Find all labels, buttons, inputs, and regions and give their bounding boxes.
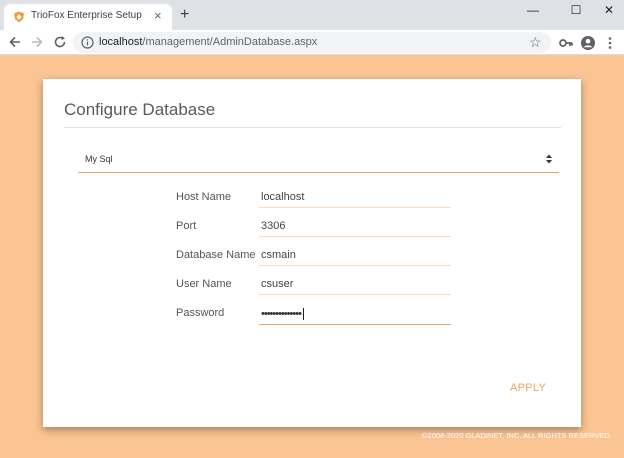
forward-arrow-icon[interactable] — [28, 33, 46, 51]
port-input[interactable]: 3306 — [259, 216, 451, 237]
password-value: •••••••••••••• — [261, 308, 304, 321]
port-value: 3306 — [261, 220, 286, 232]
triofox-logo-icon — [14, 11, 24, 23]
password-input[interactable]: •••••••••••••• — [259, 304, 451, 325]
info-icon[interactable] — [81, 36, 94, 49]
user-name-input[interactable]: csuser — [259, 274, 451, 295]
port-label: Port — [176, 220, 197, 232]
browser-toolbar: localhost/management/AdminDatabase.aspx … — [0, 30, 624, 55]
configure-database-card: Configure Database My Sql Host Name loca… — [43, 79, 581, 427]
minimize-icon[interactable]: — — [518, 2, 548, 18]
host-name-value: localhost — [261, 191, 305, 203]
maximize-icon[interactable]: ☐ — [561, 2, 591, 18]
copyright-footer: ©2008-2020 GLADINET, INC. ALL RIGHTS RES… — [422, 431, 612, 440]
database-type-select[interactable]: My Sql — [78, 147, 559, 173]
menu-dots-icon[interactable] — [602, 35, 618, 51]
reload-icon[interactable] — [51, 33, 69, 51]
database-name-label: Database Name — [176, 249, 256, 261]
user-name-value: csuser — [261, 278, 294, 290]
profile-avatar-icon[interactable] — [580, 35, 596, 51]
database-name-input[interactable]: csmain — [259, 245, 451, 266]
title-divider — [64, 127, 561, 128]
select-updown-icon — [546, 154, 552, 164]
database-name-value: csmain — [261, 249, 296, 261]
browser-tab-strip: TrioFox Enterprise Setup × + — ☐ ✕ — [0, 0, 624, 30]
text-caret — [302, 308, 304, 321]
database-type-value: My Sql — [85, 154, 113, 164]
page-title: Configure Database — [64, 100, 216, 119]
back-arrow-icon[interactable] — [6, 33, 24, 51]
close-window-icon[interactable]: ✕ — [594, 2, 624, 18]
tab-close-icon[interactable]: × — [154, 9, 162, 23]
password-label: Password — [176, 307, 225, 319]
apply-button[interactable]: APPLY — [510, 382, 546, 394]
key-icon[interactable] — [558, 35, 574, 51]
host-name-input[interactable]: localhost — [259, 187, 451, 208]
address-bar[interactable]: localhost/management/AdminDatabase.aspx … — [73, 32, 551, 53]
tab-title: TrioFox Enterprise Setup — [31, 10, 142, 21]
bookmark-star-icon[interactable]: ☆ — [529, 34, 542, 50]
browser-tab[interactable]: TrioFox Enterprise Setup × — [4, 4, 172, 30]
user-name-label: User Name — [176, 278, 232, 290]
host-name-label: Host Name — [176, 191, 232, 203]
new-tab-button[interactable]: + — [180, 7, 189, 23]
url-text: localhost/management/AdminDatabase.aspx — [99, 36, 318, 48]
